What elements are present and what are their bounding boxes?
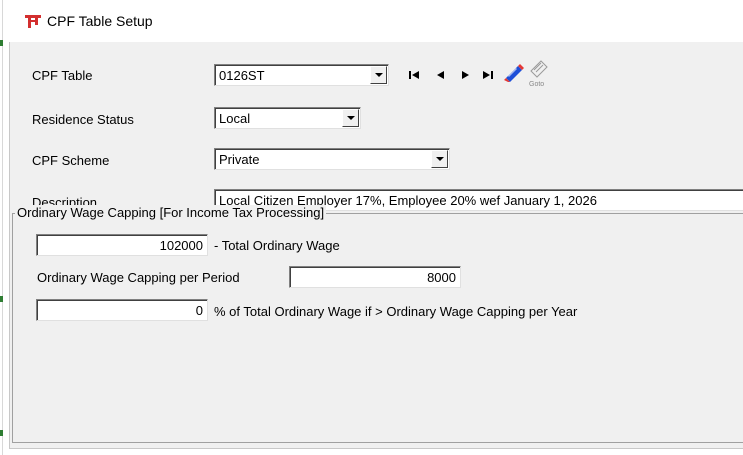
- cpf-table-dropdown[interactable]: 0126ST: [214, 64, 389, 86]
- last-record-icon[interactable]: [482, 68, 494, 82]
- cpf-scheme-dropdown[interactable]: Private: [214, 148, 450, 170]
- goto-label: Goto: [529, 81, 545, 88]
- chevron-down-icon[interactable]: [342, 109, 359, 127]
- left-edge-marker: [0, 40, 3, 46]
- left-edge-marker: [0, 430, 3, 436]
- left-edge-line: [2, 0, 3, 455]
- capping-per-period-field[interactable]: 8000: [289, 266, 461, 288]
- residence-status-label: Residence Status: [32, 112, 134, 127]
- window-title: CPF Table Setup: [47, 13, 153, 29]
- percent-of-total-label: % of Total Ordinary Wage if > Ordinary W…: [214, 304, 578, 319]
- cpf-scheme-label: CPF Scheme: [32, 153, 110, 168]
- left-edge-marker: [0, 296, 3, 302]
- capping-per-period-label: Ordinary Wage Capping per Period: [37, 270, 240, 285]
- previous-record-icon[interactable]: [436, 68, 446, 82]
- percent-of-total-field[interactable]: 0: [36, 299, 208, 321]
- cpf-scheme-value: Private: [219, 152, 260, 167]
- main-panel: CPF Table 0126ST Goto Residence Status L…: [9, 42, 743, 449]
- ordinary-wage-capping-title: Ordinary Wage Capping [For Income Tax Pr…: [15, 205, 327, 220]
- edit-pencil-icon[interactable]: [502, 62, 524, 82]
- next-record-icon[interactable]: [460, 68, 470, 82]
- total-ordinary-wage-label: - Total Ordinary Wage: [214, 238, 340, 253]
- chevron-down-icon[interactable]: [431, 150, 448, 168]
- app-icon: [25, 15, 41, 28]
- residence-status-value: Local: [219, 111, 251, 126]
- cpf-table-label: CPF Table: [32, 68, 93, 83]
- residence-status-dropdown[interactable]: Local: [214, 107, 361, 129]
- cpf-table-value: 0126ST: [219, 68, 265, 83]
- first-record-icon[interactable]: [408, 68, 420, 82]
- chevron-down-icon[interactable]: [370, 66, 387, 84]
- title-bar: CPF Table Setup: [5, 0, 743, 42]
- total-ordinary-wage-field[interactable]: 102000: [36, 234, 208, 256]
